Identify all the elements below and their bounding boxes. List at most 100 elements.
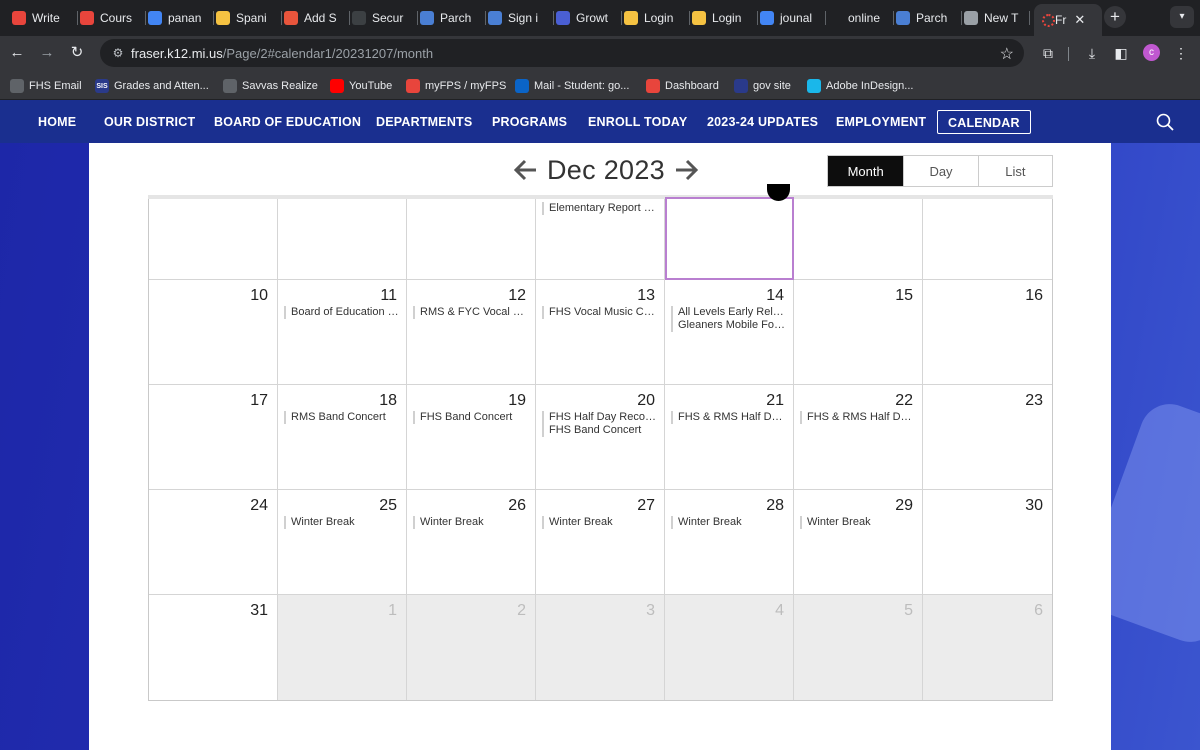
calendar-day-cell[interactable] — [794, 196, 923, 280]
calendar-day-cell[interactable]: 17 — [149, 385, 278, 490]
back-arrow-icon[interactable]: ← — [6, 42, 28, 64]
previous-month-arrow-icon[interactable] — [512, 156, 540, 184]
calendar-day-cell[interactable]: 21 FHS & RMS Half Day R... — [665, 385, 794, 490]
calendar-day-cell[interactable]: 12 RMS & FYC Vocal Musi... — [407, 280, 536, 385]
address-bar[interactable]: ⚙ fraser.k12.mi.us/Page/2#calendar1/2023… — [100, 39, 1024, 67]
calendar-event[interactable]: Winter Break — [800, 516, 915, 529]
menu-kebab-icon[interactable]: ⋮ — [1171, 43, 1191, 63]
nav-item-our-district[interactable]: OUR DISTRICT — [104, 115, 195, 129]
calendar-day-cell[interactable]: 18 RMS Band Concert — [278, 385, 407, 490]
search-icon[interactable] — [1156, 113, 1174, 131]
calendar-day-cell[interactable]: 23 — [923, 385, 1052, 490]
calendar-day-cell[interactable]: 5 — [794, 595, 923, 700]
calendar-day-cell[interactable]: 2 — [407, 595, 536, 700]
calendar-day-cell[interactable]: 19 FHS Band Concert — [407, 385, 536, 490]
calendar-day-cell[interactable]: 10 — [149, 280, 278, 385]
calendar-event[interactable]: All Levels Early Releas... — [671, 306, 786, 319]
calendar-day-cell[interactable] — [407, 196, 536, 280]
extensions-icon[interactable]: ⧉ — [1038, 43, 1058, 63]
calendar-event[interactable]: Elementary Report Ca... — [542, 202, 657, 215]
side-panel-icon[interactable]: ◧ — [1111, 43, 1131, 63]
bookmark-star-icon[interactable]: ☆ — [1000, 44, 1014, 64]
browser-tab[interactable]: jounal — [760, 6, 826, 30]
calendar-event[interactable]: Board of Education M... — [284, 306, 399, 319]
view-day-button[interactable]: Day — [903, 156, 977, 186]
browser-tab[interactable]: Parch — [896, 6, 962, 30]
view-month-button[interactable]: Month — [828, 156, 904, 186]
bookmark-item[interactable]: SIS Grades and Atten... — [95, 78, 209, 94]
calendar-day-cell[interactable]: 4 — [665, 595, 794, 700]
calendar-event[interactable]: RMS Band Concert — [284, 411, 399, 424]
calendar-day-cell[interactable]: 31 — [149, 595, 278, 700]
calendar-event[interactable]: FHS & RMS Half Day R... — [800, 411, 915, 424]
nav-item-employment[interactable]: EMPLOYMENT — [836, 115, 926, 129]
calendar-event[interactable]: Winter Break — [671, 516, 786, 529]
calendar-event[interactable]: FHS & RMS Half Day R... — [671, 411, 786, 424]
browser-tab[interactable]: Secur — [352, 6, 418, 30]
calendar-day-cell[interactable]: 11 Board of Education M... — [278, 280, 407, 385]
next-month-arrow-icon[interactable] — [672, 156, 700, 184]
bookmark-item[interactable]: YouTube — [330, 78, 392, 94]
tab-search-button[interactable]: ▾ — [1170, 6, 1194, 28]
new-tab-button[interactable]: + — [1104, 6, 1126, 28]
calendar-day-cell[interactable]: 22 FHS & RMS Half Day R... — [794, 385, 923, 490]
calendar-day-cell[interactable]: 15 — [794, 280, 923, 385]
calendar-event[interactable]: FHS Vocal Music Conc... — [542, 306, 657, 319]
calendar-day-cell[interactable]: 26 Winter Break — [407, 490, 536, 595]
browser-tab[interactable]: Login — [624, 6, 690, 30]
calendar-event[interactable]: RMS & FYC Vocal Musi... — [413, 306, 528, 319]
browser-tab[interactable]: Spani — [216, 6, 282, 30]
calendar-day-cell[interactable]: 3 — [536, 595, 665, 700]
calendar-day-cell[interactable]: 28 Winter Break — [665, 490, 794, 595]
profile-avatar[interactable]: c — [1143, 44, 1160, 61]
browser-tab[interactable]: Parch — [420, 6, 486, 30]
nav-item-board-of-education[interactable]: BOARD OF EDUCATION — [214, 115, 361, 129]
calendar-day-cell[interactable]: 29 Winter Break — [794, 490, 923, 595]
url-text[interactable]: fraser.k12.mi.us/Page/2#calendar1/202312… — [131, 46, 433, 61]
reload-icon[interactable]: ↻ — [66, 42, 88, 64]
calendar-event[interactable]: FHS Band Concert — [413, 411, 528, 424]
calendar-event[interactable]: Gleaners Mobile Food... — [671, 319, 786, 332]
calendar-event[interactable]: FHS Half Day Records — [542, 411, 657, 424]
nav-item-enroll-today[interactable]: ENROLL TODAY — [588, 115, 687, 129]
calendar-day-cell[interactable]: 24 — [149, 490, 278, 595]
browser-tab[interactable]: Growt — [556, 6, 622, 30]
calendar-day-cell[interactable]: 16 — [923, 280, 1052, 385]
nav-item-2023-24-updates[interactable]: 2023-24 UPDATES — [707, 115, 818, 129]
nav-item-home[interactable]: HOME — [38, 115, 76, 129]
calendar-day-cell[interactable] — [149, 196, 278, 280]
calendar-event[interactable]: Winter Break — [542, 516, 657, 529]
calendar-day-cell[interactable]: 1 — [278, 595, 407, 700]
bookmark-item[interactable]: Adobe InDesign... — [807, 78, 913, 94]
calendar-event[interactable]: Winter Break — [284, 516, 399, 529]
bookmark-item[interactable]: FHS Email — [10, 78, 82, 94]
calendar-day-cell[interactable]: 6 — [923, 595, 1052, 700]
download-icon[interactable]: ⤓ — [1082, 43, 1102, 63]
bookmark-item[interactable]: Dashboard — [646, 78, 719, 94]
browser-tab[interactable]: Sign i — [488, 6, 554, 30]
active-tab[interactable]: Fr ✕ — [1034, 4, 1102, 36]
browser-tab[interactable]: Cours — [80, 6, 146, 30]
browser-tab[interactable]: Write — [12, 6, 78, 30]
calendar-day-cell[interactable]: Elementary Report Ca... — [536, 196, 665, 280]
bookmark-item[interactable]: myFPS / myFPS — [406, 78, 506, 94]
calendar-day-cell[interactable] — [278, 196, 407, 280]
browser-tab[interactable]: Login — [692, 6, 758, 30]
bookmark-item[interactable]: Mail - Student: go... — [515, 78, 629, 94]
browser-tab[interactable]: New T — [964, 6, 1030, 30]
calendar-day-cell[interactable]: 30 — [923, 490, 1052, 595]
bookmark-item[interactable]: gov site — [734, 78, 791, 94]
nav-item-calendar[interactable]: CALENDAR — [937, 110, 1031, 134]
calendar-event[interactable]: FHS Band Concert — [542, 424, 657, 437]
calendar-day-cell[interactable]: 25 Winter Break — [278, 490, 407, 595]
browser-tab[interactable]: Add S — [284, 6, 350, 30]
calendar-day-cell[interactable]: 14 All Levels Early Releas...Gleaners Mob… — [665, 280, 794, 385]
browser-tab[interactable]: online — [828, 6, 894, 30]
calendar-day-cell[interactable]: 27 Winter Break — [536, 490, 665, 595]
site-settings-icon[interactable]: ⚙ — [110, 45, 126, 61]
view-list-button[interactable]: List — [977, 156, 1052, 186]
nav-item-programs[interactable]: PROGRAMS — [492, 115, 567, 129]
nav-item-departments[interactable]: DEPARTMENTS — [376, 115, 472, 129]
calendar-event[interactable]: Winter Break — [413, 516, 528, 529]
calendar-day-cell[interactable]: 20 FHS Half Day Records FHS Band Concert — [536, 385, 665, 490]
